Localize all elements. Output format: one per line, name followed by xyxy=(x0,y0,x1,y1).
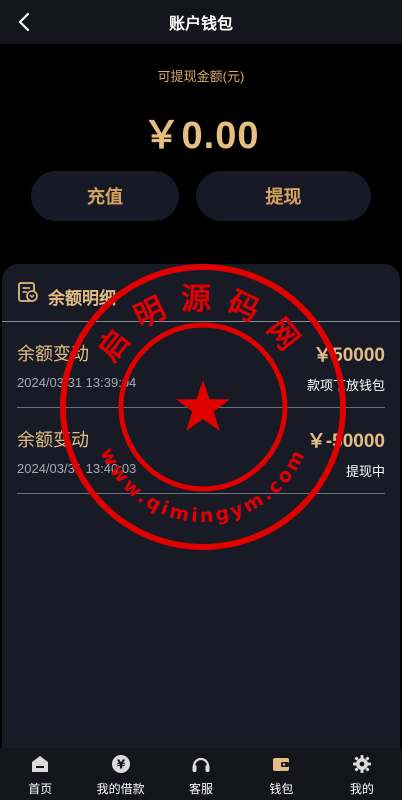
tab-profile[interactable]: 我的 xyxy=(322,748,402,800)
tab-label: 客服 xyxy=(189,782,214,796)
record-status: 款项下放钱包 xyxy=(306,378,385,393)
tab-label: 首页 xyxy=(28,782,53,796)
record-type: 余额变动 xyxy=(17,344,89,364)
record-amount: ￥-50000 xyxy=(306,431,385,452)
withdrawable-amount-label: 可提现金额(元) xyxy=(157,69,245,84)
record-time: 2024/03/31 13:40:03 xyxy=(17,461,137,476)
svg-text:¥: ¥ xyxy=(116,758,125,772)
record-status: 提现中 xyxy=(345,464,385,479)
balance-details-header: 余额明细 xyxy=(2,264,400,322)
tab-home[interactable]: 首页 xyxy=(0,748,80,800)
list-item: 余额变动 ￥-50000 2024/03/31 13:40:03 提现中 xyxy=(17,408,385,494)
headset-icon xyxy=(192,757,210,772)
wallet-icon xyxy=(273,758,290,771)
list-item: 余额变动 ￥50000 2024/03/31 13:39:04 款项下放钱包 xyxy=(17,322,385,408)
tab-customer-service[interactable]: 客服 xyxy=(161,748,241,800)
balance-details-title: 余额明细 xyxy=(48,289,116,308)
back-button[interactable] xyxy=(8,6,40,38)
page-title: 账户钱包 xyxy=(168,16,233,33)
gear-icon xyxy=(352,755,371,773)
chevron-left-icon xyxy=(18,12,30,32)
home-icon xyxy=(32,756,49,772)
yen-coin-icon: ¥ xyxy=(111,755,130,773)
tab-my-loans[interactable]: ¥ 我的借款 xyxy=(80,748,160,800)
recharge-button[interactable]: 充值 xyxy=(31,171,179,221)
tab-wallet[interactable]: 钱包 xyxy=(241,748,321,800)
tab-label: 我的 xyxy=(349,782,374,796)
record-amount: ￥50000 xyxy=(313,345,385,366)
record-time: 2024/03/31 13:39:04 xyxy=(17,375,137,390)
top-nav-bar: 账户钱包 xyxy=(0,0,402,44)
record-type: 余额变动 xyxy=(17,430,89,450)
ledger-icon xyxy=(18,282,38,302)
withdrawable-amount-value: ￥0.00 xyxy=(142,115,260,157)
tab-label: 我的借款 xyxy=(96,782,145,796)
tab-label: 钱包 xyxy=(269,782,294,796)
balance-details-panel: 余额明细 余额变动 ￥50000 2024/03/31 13:39:04 款项下… xyxy=(2,264,400,748)
withdraw-button[interactable]: 提现 xyxy=(196,171,371,221)
bottom-tab-bar: 首页 ¥ 我的借款 客服 钱包 我的 xyxy=(0,748,402,800)
